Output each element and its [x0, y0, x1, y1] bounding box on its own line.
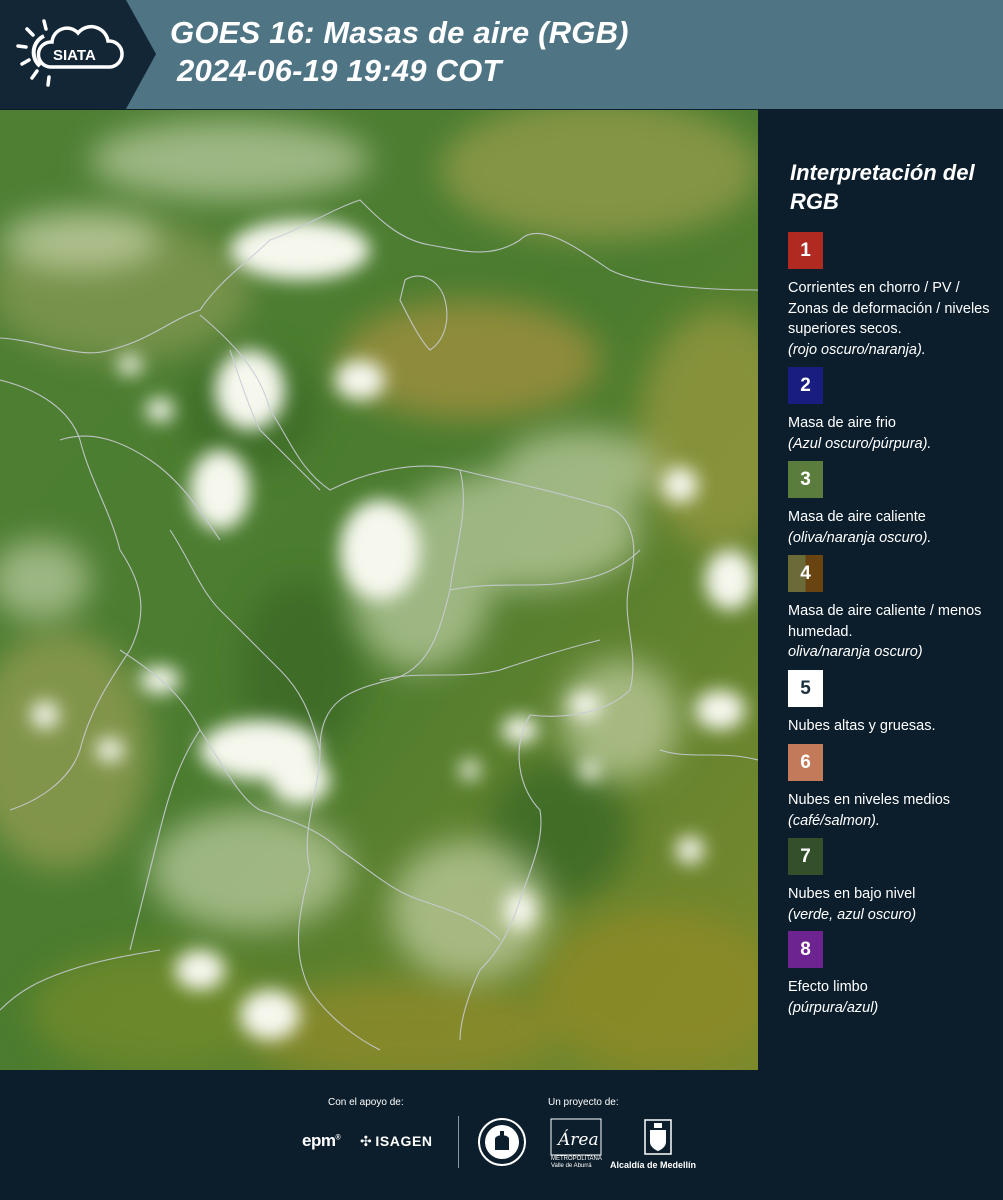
legend-item-8: 8 Efecto limbo (púrpura/azul)	[788, 931, 993, 1018]
legend-item-6: 6 Nubes en niveles medios (café/salmon).	[788, 744, 993, 831]
amva-label: METROPOLITANA Valle de Aburrá	[551, 1156, 602, 1169]
legend-text-2: Masa de aire frio (Azul oscuro/púrpura).	[788, 413, 993, 454]
legend-hint-2: (Azul oscuro/púrpura).	[788, 435, 932, 452]
footer: Con el apoyo de: Un proyecto de: epm® ✣ I…	[0, 1070, 1003, 1200]
legend-swatch-3: 3	[788, 461, 823, 498]
svg-text:SIATA: SIATA	[53, 47, 96, 64]
legend-title: Interpretación del RGB	[790, 160, 975, 214]
legend-swatch-2: 2	[788, 367, 823, 404]
legend-text-8: Efecto limbo (púrpura/azul)	[788, 977, 993, 1018]
legend-text-7: Nubes en bajo nivel (verde, azul oscuro)	[788, 884, 993, 925]
legend-swatch-1: 1	[788, 232, 823, 269]
legend-item-7: 7 Nubes en bajo nivel (verde, azul oscur…	[788, 838, 993, 925]
legend-label-4: Masa de aire caliente / menos humedad.	[788, 603, 982, 640]
legend-swatch-4: 4	[788, 555, 823, 592]
legend-label-5: Nubes altas y gruesas.	[788, 718, 936, 734]
legend-hint-1: (rojo oscuro/naranja).	[788, 341, 926, 358]
legend-label-7: Nubes en bajo nivel	[788, 886, 916, 902]
legend-label-6: Nubes en niveles medios	[788, 792, 951, 808]
page-title: GOES 16: Masas de aire (RGB) 2024-06-19 …	[170, 14, 629, 90]
legend-item-1: 1 Corrientes en chorro / PV / Zonas de d…	[788, 232, 993, 360]
legend-text-6: Nubes en niveles medios (café/salmon).	[788, 790, 993, 831]
legend-hint-6: (café/salmon).	[788, 812, 880, 829]
legend-swatch-8: 8	[788, 931, 823, 968]
legend-hint-3: (oliva/naranja oscuro).	[788, 529, 932, 546]
isagen-logo-text: ISAGEN	[375, 1133, 433, 1149]
isagen-mark-icon: ✣	[360, 1133, 373, 1149]
epm-logo: epm®	[302, 1131, 341, 1150]
legend-hint-4: oliva/naranja oscuro)	[788, 644, 923, 660]
epm-logo-text: epm	[302, 1131, 336, 1150]
support-label: Con el apoyo de:	[328, 1097, 404, 1108]
legend-label-1: Corrientes en chorro / PV / Zonas de def…	[788, 280, 990, 337]
legend-text-5: Nubes altas y gruesas.	[788, 716, 993, 737]
footer-divider	[458, 1116, 459, 1168]
isagen-logo: ✣ ISAGEN	[360, 1133, 433, 1150]
legend-swatch-7: 7	[788, 838, 823, 875]
legend-swatch-5: 5	[788, 670, 823, 707]
title-product: GOES 16: Masas de aire (RGB)	[170, 15, 629, 50]
svg-text:Área: Área	[556, 1129, 599, 1150]
legend-label-8: Efecto limbo	[788, 979, 868, 995]
legend-item-4: 4 Masa de aire caliente / menos humedad.…	[788, 555, 993, 663]
legend-panel: Interpretación del RGB 1 Corrientes en c…	[760, 110, 1003, 1068]
legend-hint-7: (verde, azul oscuro)	[788, 906, 917, 923]
legend-label-2: Masa de aire frio	[788, 415, 896, 431]
medellin-label: Alcaldía de Medellín	[610, 1160, 697, 1170]
legend-text-1: Corrientes en chorro / PV / Zonas de def…	[788, 278, 993, 360]
title-timestamp: 2024-06-19 19:49 COT	[177, 53, 502, 88]
satellite-image	[0, 110, 758, 1070]
legend-label-3: Masa de aire caliente	[788, 509, 926, 525]
legend-item-2: 2 Masa de aire frio (Azul oscuro/púrpura…	[788, 367, 993, 454]
legend-item-5: 5 Nubes altas y gruesas.	[788, 670, 993, 737]
legend-text-3: Masa de aire caliente (oliva/naranja osc…	[788, 507, 993, 548]
legend-swatch-6: 6	[788, 744, 823, 781]
medellin-seal-icon	[478, 1118, 526, 1166]
legend-text-4: Masa de aire caliente / menos humedad. o…	[788, 601, 993, 663]
legend-item-3: 3 Masa de aire caliente (oliva/naranja o…	[788, 461, 993, 548]
siata-logo: SIATA	[0, 0, 158, 109]
project-label: Un proyecto de:	[548, 1097, 619, 1108]
satellite-map-svg	[0, 110, 758, 1070]
legend-hint-8: (púrpura/azul)	[788, 999, 879, 1016]
